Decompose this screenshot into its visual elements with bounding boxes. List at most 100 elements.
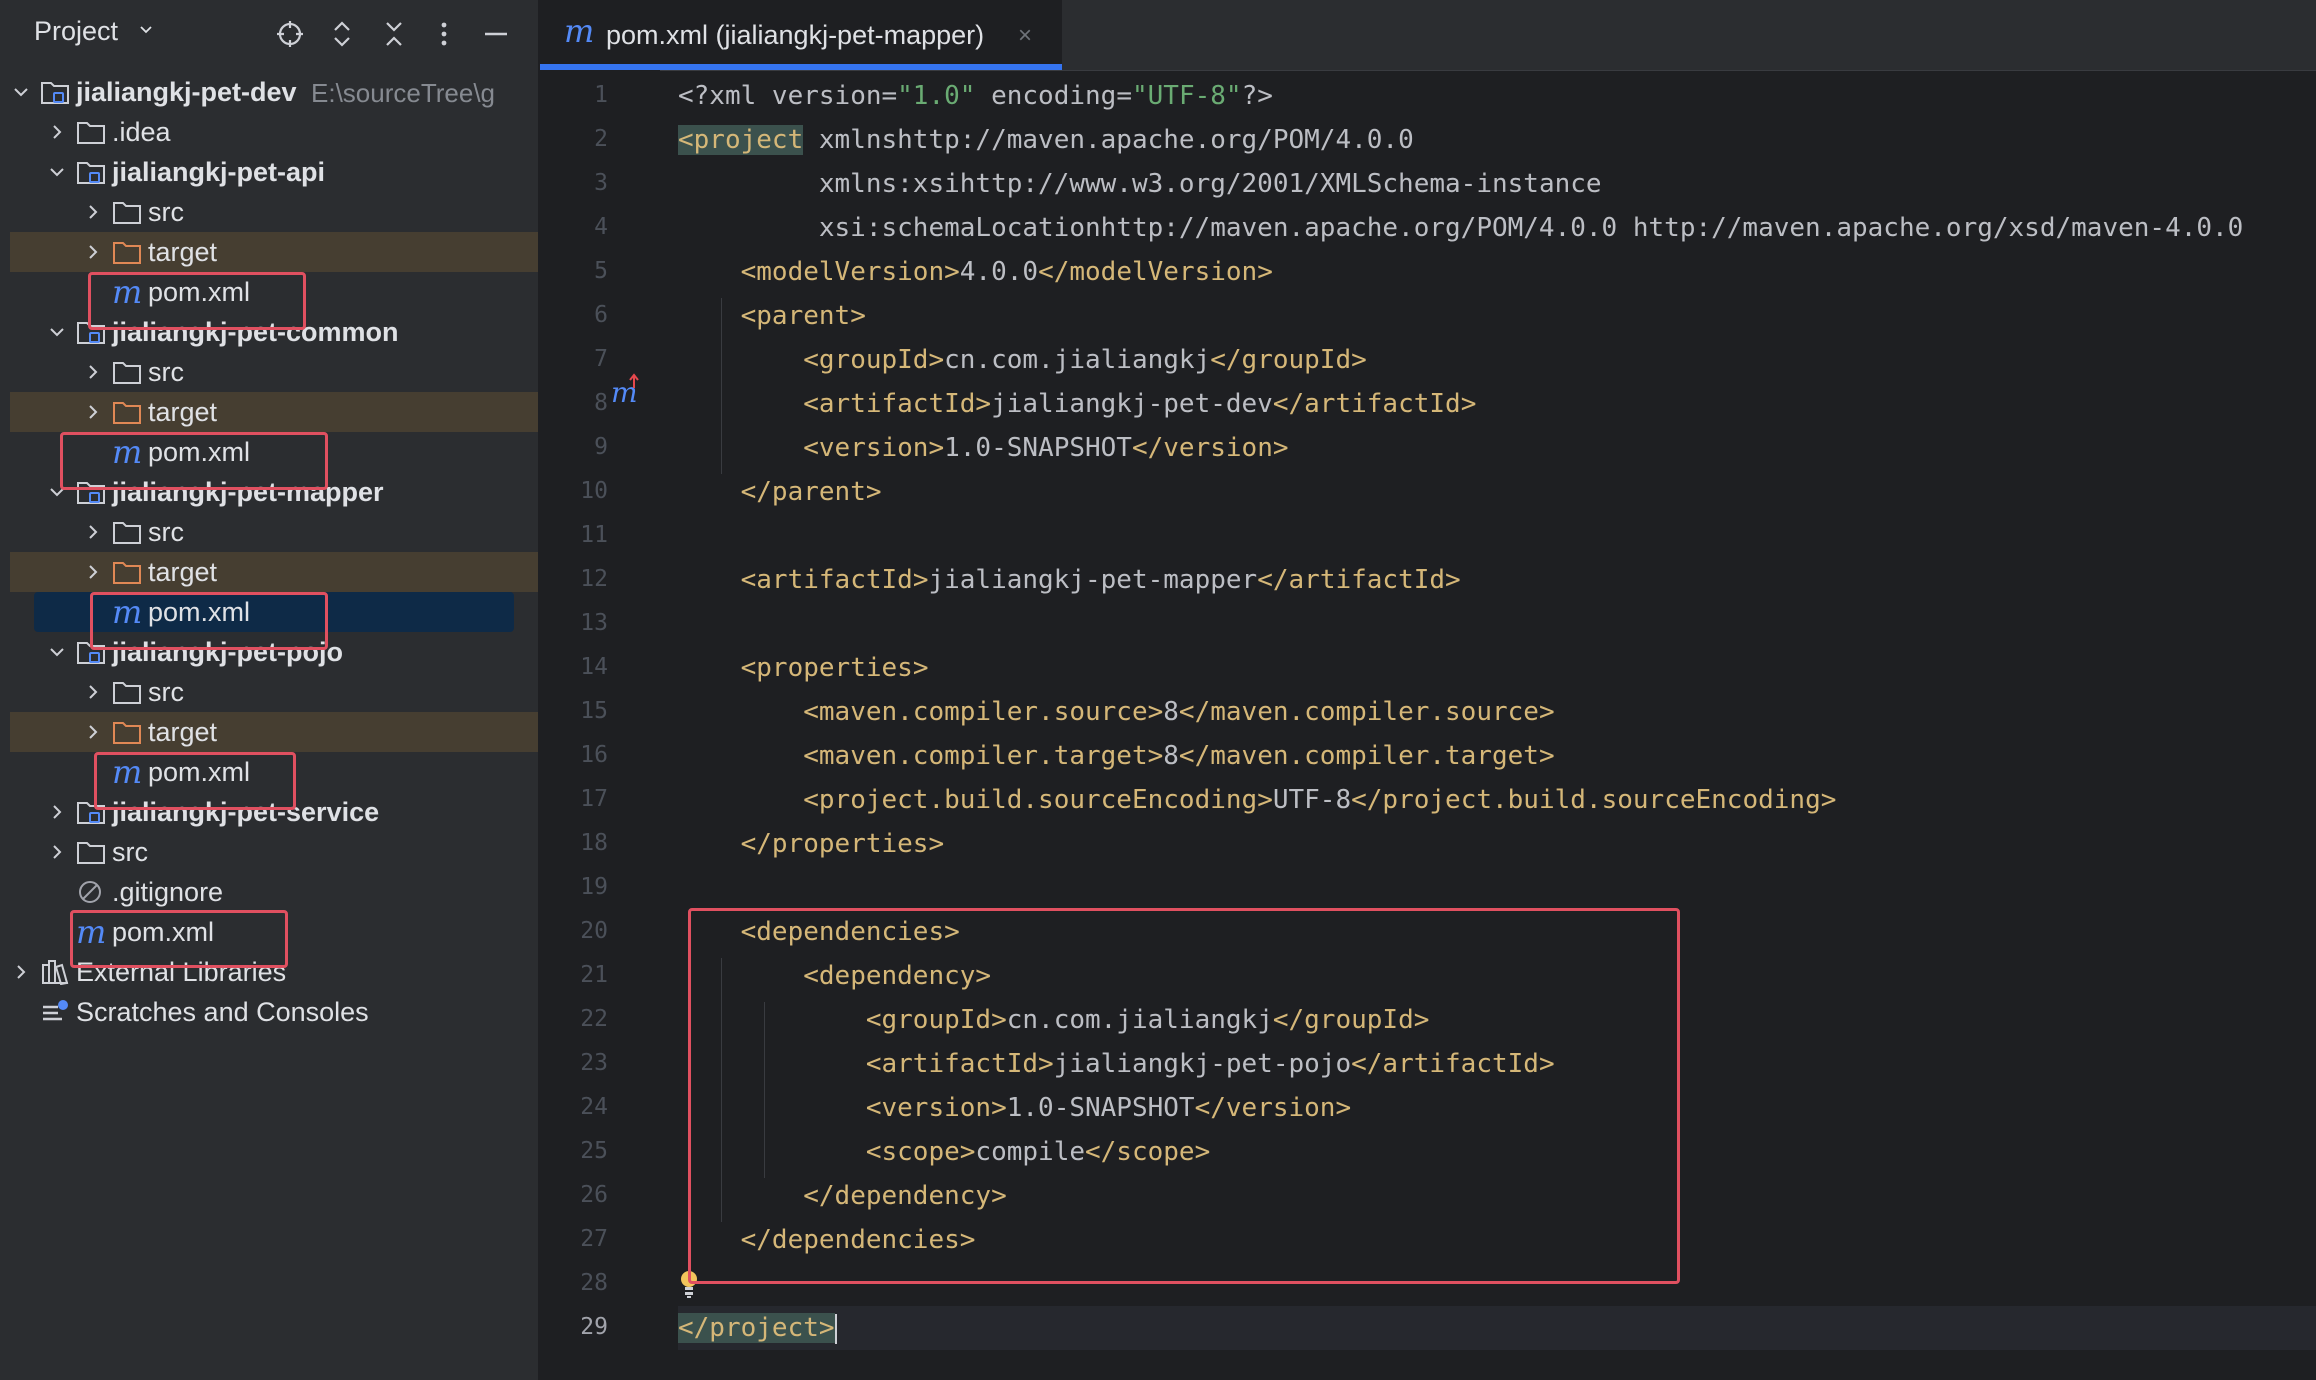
code-line[interactable]: <maven.compiler.target>8</maven.compiler… (678, 734, 1554, 778)
tree-item-label: src (112, 837, 148, 867)
tree-item-pom-xml[interactable]: m pom.xml (10, 432, 538, 472)
chevron-right-icon[interactable] (50, 805, 64, 819)
tree-item-label: src (148, 197, 184, 227)
project-panel-header: Project (0, 0, 538, 66)
tree-item-pom-xml[interactable]: m pom.xml (10, 272, 538, 312)
tree-item-scratches-and-consoles[interactable]: Scratches and Consoles (10, 992, 538, 1032)
line-number: 5 (594, 258, 608, 284)
tree-item-target[interactable]: target (10, 232, 538, 272)
code-line[interactable]: xsi:schemaLocationhttp://maven.apache.or… (678, 206, 2243, 250)
chevron-right-icon[interactable] (86, 365, 100, 379)
code-line[interactable]: <dependency> (678, 954, 991, 998)
code-line[interactable]: <modelVersion>4.0.0</modelVersion> (678, 250, 1273, 294)
code-line[interactable]: </project> (678, 1306, 837, 1350)
chevron-right-icon[interactable] (86, 405, 100, 419)
tree-item-jialiangkj-pet-pojo[interactable]: jialiangkj-pet-pojo (10, 632, 538, 672)
line-number-gutter[interactable]: m 1 2 3 4 5 6 7 8 9 10 11 12 13 14 15 16 17 18 19 20 21 22 23 2… (540, 70, 660, 1380)
tree-item-idea[interactable]: .idea (10, 112, 538, 152)
excluded-folder-icon (112, 239, 142, 265)
code-line[interactable]: <project xmlnshttp://maven.apache.org/PO… (678, 118, 1414, 162)
maven-file-icon: m (112, 273, 143, 311)
tree-item-src[interactable]: src (10, 512, 538, 552)
code-line[interactable]: <artifactId>jialiangkj-pet-dev</artifact… (678, 382, 1476, 426)
code-line[interactable]: <maven.compiler.source>8</maven.compiler… (678, 690, 1554, 734)
chevron-down-icon[interactable] (50, 325, 64, 339)
module-folder-icon (76, 799, 106, 825)
code-line[interactable]: <properties> (678, 646, 929, 690)
code-line[interactable]: <artifactId>jialiangkj-pet-pojo</artifac… (678, 1042, 1555, 1086)
go-to-parent-pom-icon[interactable]: m (610, 372, 640, 406)
line-number: 28 (580, 1270, 608, 1296)
tree-item-target[interactable]: target (10, 552, 538, 592)
project-view-selector[interactable]: Project (34, 16, 118, 47)
tree-item-label: External Libraries (76, 957, 287, 987)
tree-item-target[interactable]: target (10, 392, 538, 432)
chevron-right-icon[interactable] (86, 525, 100, 539)
tree-item-gitignore[interactable]: .gitignore (10, 872, 538, 912)
tab-pom-xml[interactable]: m pom.xml (jialiangkj-pet-mapper) × (540, 0, 1062, 70)
line-number: 17 (580, 786, 608, 812)
tree-item-pom-xml[interactable]: m pom.xml (10, 752, 538, 792)
close-icon[interactable]: × (1018, 22, 1032, 50)
chevron-right-icon[interactable] (50, 125, 64, 139)
code-line[interactable]: </properties> (678, 822, 945, 866)
tree-item-target[interactable]: target (10, 712, 538, 752)
chevron-right-icon[interactable] (86, 245, 100, 259)
tree-item-jialiangkj-pet-mapper[interactable]: jialiangkj-pet-mapper (10, 472, 538, 512)
code-line[interactable]: <groupId>cn.com.jialiangkj</groupId> (678, 338, 1367, 382)
chevron-down-icon[interactable] (14, 85, 28, 99)
locate-file-icon[interactable] (274, 18, 306, 50)
chevron-down-icon[interactable] (50, 645, 64, 659)
code-line[interactable]: </dependencies> (678, 1218, 976, 1262)
code-line[interactable]: </dependency> (678, 1174, 1007, 1218)
tree-item-jialiangkj-pet-api[interactable]: jialiangkj-pet-api (10, 152, 538, 192)
line-number: 20 (580, 918, 608, 944)
code-line[interactable]: <version>1.0-SNAPSHOT</version> (678, 426, 1288, 470)
tree-item-external-libraries[interactable]: External Libraries (10, 952, 538, 992)
tree-item-src[interactable]: src (10, 832, 538, 872)
tree-item-pom-xml[interactable]: m pom.xml (10, 912, 538, 952)
excluded-folder-icon (112, 559, 142, 585)
code-line[interactable]: <dependencies> (678, 910, 960, 954)
maven-file-icon: m (112, 433, 143, 471)
tree-item-src[interactable]: src (10, 672, 538, 712)
chevron-right-icon[interactable] (86, 725, 100, 739)
tree-item-pom-xml[interactable]: m pom.xml (10, 592, 538, 632)
tree-item-label: pom.xml (148, 277, 251, 307)
tree-item-jialiangkj-pet-common[interactable]: jialiangkj-pet-common (10, 312, 538, 352)
libraries-icon (40, 959, 70, 986)
chevron-down-icon[interactable] (50, 485, 64, 499)
code-line[interactable]: <project.build.sourceEncoding>UTF-8</pro… (678, 778, 1836, 822)
chevron-right-icon[interactable] (86, 565, 100, 579)
tree-item-src[interactable]: src (10, 192, 538, 232)
code-area[interactable]: <?xml version="1.0" encoding="UTF-8"?> <p… (678, 70, 2316, 1380)
line-number: 13 (580, 610, 608, 636)
expand-all-icon[interactable] (326, 18, 358, 50)
tree-item-label: src (148, 677, 184, 707)
chevron-right-icon[interactable] (86, 205, 100, 219)
chevron-down-icon[interactable] (50, 165, 64, 179)
code-line[interactable]: </parent> (678, 470, 882, 514)
code-line[interactable]: <artifactId>jialiangkj-pet-mapper</artif… (678, 558, 1461, 602)
line-number: 24 (580, 1094, 608, 1120)
tree-item-src[interactable]: src (10, 352, 538, 392)
code-line[interactable]: <version>1.0-SNAPSHOT</version> (678, 1086, 1351, 1130)
collapse-all-icon[interactable] (378, 18, 410, 50)
code-line[interactable]: <?xml version="1.0" encoding="UTF-8"?> (678, 74, 1273, 118)
tree-item-label: src (148, 517, 184, 547)
code-line[interactable]: xmlns:xsihttp://www.w3.org/2001/XMLSchem… (678, 162, 1602, 206)
tree-item-jialiangkj-pet-dev[interactable]: jialiangkj-pet-dev E:\sourceTree\g (10, 72, 538, 112)
maven-file-icon: m (76, 913, 107, 951)
code-line[interactable]: <scope>compile</scope> (678, 1130, 1210, 1174)
lightbulb-icon[interactable] (678, 1270, 700, 1300)
hide-panel-icon[interactable] (480, 18, 512, 50)
line-number: 8 (594, 390, 608, 416)
chevron-down-icon[interactable] (140, 24, 152, 36)
chevron-right-icon[interactable] (14, 965, 28, 979)
code-line[interactable]: <parent> (678, 294, 866, 338)
options-menu-icon[interactable] (428, 18, 460, 50)
chevron-right-icon[interactable] (50, 845, 64, 859)
code-line[interactable]: <groupId>cn.com.jialiangkj</groupId> (678, 998, 1430, 1042)
chevron-right-icon[interactable] (86, 685, 100, 699)
tree-item-jialiangkj-pet-service[interactable]: jialiangkj-pet-service (10, 792, 538, 832)
